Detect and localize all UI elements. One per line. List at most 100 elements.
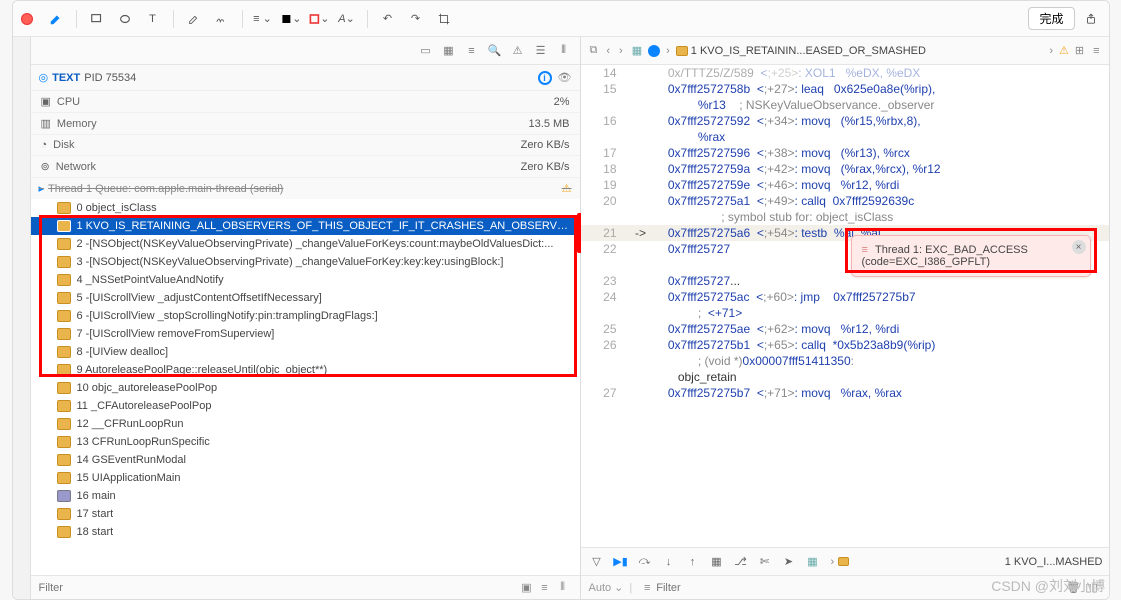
fill-color-icon[interactable]: ⌄ xyxy=(280,8,302,30)
filter-input[interactable] xyxy=(39,582,119,594)
eye-icon[interactable]: 👁 xyxy=(558,71,572,84)
step-out-icon[interactable]: ↑ xyxy=(683,552,703,572)
line-number: 27 xyxy=(581,385,627,401)
editor-options-icon[interactable]: ≡ xyxy=(1090,45,1102,57)
stack-frame[interactable]: 0 object_isClass xyxy=(31,199,580,217)
stack-frame[interactable]: 13 CFRunLoopRunSpecific xyxy=(31,433,580,451)
location-icon[interactable]: ➤ xyxy=(779,552,799,572)
thread-disclosure-icon[interactable]: ▸ xyxy=(39,182,45,195)
line-number: 21 xyxy=(581,225,627,241)
share-icon[interactable] xyxy=(1081,9,1101,29)
left-gutter xyxy=(13,37,31,599)
breakpoint-icon[interactable] xyxy=(648,45,660,57)
close-bubble-icon[interactable]: × xyxy=(1072,240,1086,254)
current-line-arrow-icon xyxy=(627,257,655,273)
memory-graph-icon[interactable]: ⎇ xyxy=(731,552,751,572)
stat-memory[interactable]: ▥Memory13.5 MB xyxy=(31,113,580,135)
search-icon[interactable]: 🔍 xyxy=(485,41,505,61)
auto-scope-selector[interactable]: Auto ⌄ xyxy=(589,581,624,594)
scheme-small-icon[interactable]: ▦ xyxy=(803,552,823,572)
code-line: 18 0x7fff2572759a <;+42>: movq (%rax,%rc… xyxy=(581,161,1109,177)
stack-frame[interactable]: 11 _CFAutoreleasePoolPop xyxy=(31,397,580,415)
forward-icon[interactable]: › xyxy=(616,45,626,57)
stack-frame[interactable]: 8 -[UIView dealloc] xyxy=(31,343,580,361)
pencil-icon[interactable] xyxy=(45,8,67,30)
stack-frame[interactable]: 7 -[UIScrollView removeFromSuperview] xyxy=(31,325,580,343)
stat-disk[interactable]: ◔DiskZero KB/s xyxy=(31,135,580,156)
debug-crumb-title[interactable]: 1 KVO_I...MASHED xyxy=(1005,556,1103,568)
stack-frame[interactable]: 2 -[NSObject(NSKeyValueObservingPrivate)… xyxy=(31,235,580,253)
process-pid: PID 75534 xyxy=(84,72,136,84)
split-icon[interactable]: ▯▯ xyxy=(1083,579,1101,597)
continue-icon[interactable]: ▶▮ xyxy=(611,552,631,572)
env-override-icon[interactable]: ✄ xyxy=(755,552,775,572)
highlight-icon[interactable] xyxy=(183,8,205,30)
scope-icon[interactable]: ▣ xyxy=(518,579,536,597)
related-items-icon[interactable]: ⧉ xyxy=(587,44,601,57)
stack-frame[interactable]: 10 objc_autoreleasePoolPop xyxy=(31,379,580,397)
rotate-right-icon[interactable]: ↷ xyxy=(405,8,427,30)
cols-icon[interactable]: ⫴ xyxy=(554,579,572,597)
current-line-arrow-icon xyxy=(627,209,655,225)
finish-button[interactable]: 完成 xyxy=(1028,7,1074,30)
stroke-color-icon[interactable]: ⌄ xyxy=(308,8,330,30)
folder-icon[interactable]: ▭ xyxy=(416,41,436,61)
lines-icon[interactable]: ≡ xyxy=(536,579,554,597)
stack-frame[interactable]: 3 -[NSObject(NSKeyValueObservingPrivate)… xyxy=(31,253,580,271)
stat-cpu[interactable]: ▣CPU2% xyxy=(31,91,580,113)
step-into-icon[interactable]: ↓ xyxy=(659,552,679,572)
stack-frame[interactable]: 1 KVO_IS_RETAINING_ALL_OBSERVERS_OF_THIS… xyxy=(31,217,580,235)
current-line-arrow-icon xyxy=(627,289,655,305)
add-editor-icon[interactable]: ⊞ xyxy=(1072,44,1087,57)
stack-trace-list[interactable]: 0 object_isClass1 KVO_IS_RETAINING_ALL_O… xyxy=(31,199,580,575)
code-text: ; <+71> xyxy=(655,305,743,321)
stack-frame[interactable]: 6 -[UIScrollView _stopScrollingNotify:pi… xyxy=(31,307,580,325)
view-debug-icon[interactable]: ▦ xyxy=(707,552,727,572)
filter-input[interactable] xyxy=(656,582,736,594)
shape-oval-icon[interactable] xyxy=(114,8,136,30)
toggle-breakpoints-icon[interactable]: ▽ xyxy=(587,552,607,572)
text-icon[interactable]: T xyxy=(142,8,164,30)
back-icon[interactable]: ‹ xyxy=(603,45,613,57)
disassembly-view[interactable]: 14 0x/TTTZ5/Z/589 <;+25>: XOL1 %eDX, %eD… xyxy=(581,65,1109,547)
warning-icon[interactable]: ⚠ xyxy=(1059,44,1069,57)
thread-header[interactable]: ▸ Thread 1 Queue: com.apple.main-thread … xyxy=(31,178,580,199)
stack-frame[interactable]: 16 main xyxy=(31,487,580,505)
stack-frame[interactable]: 14 GSEventRunModal xyxy=(31,451,580,469)
separator xyxy=(173,10,174,28)
jump-bar: ⧉ ‹ › ▦ › 1 KVO_IS_RETAININ...EASED_OR_S… xyxy=(581,37,1109,65)
crop-icon[interactable] xyxy=(433,8,455,30)
stack-frame[interactable]: 17 start xyxy=(31,505,580,523)
step-over-icon[interactable]: ⤼ xyxy=(635,552,655,572)
frame-icon xyxy=(57,328,71,340)
grid-icon[interactable]: ▦ xyxy=(439,41,459,61)
columns-icon[interactable]: ⫴ xyxy=(554,41,574,61)
stroke-icon[interactable]: ≡ ⌄ xyxy=(252,8,274,30)
stack-frame[interactable]: 15 UIApplicationMain xyxy=(31,469,580,487)
list-icon[interactable]: ≡ xyxy=(462,41,482,61)
frame-label: 17 start xyxy=(77,508,114,520)
warning-icon[interactable]: ⚠ xyxy=(508,41,528,61)
trash-icon[interactable]: 🗑 xyxy=(1065,579,1083,597)
lines-icon[interactable]: ☰ xyxy=(531,41,551,61)
stack-frame[interactable]: 4 _NSSetPointValueAndNotify xyxy=(31,271,580,289)
shape-rect-icon[interactable] xyxy=(86,8,108,30)
signature-icon[interactable] xyxy=(211,8,233,30)
scheme-icon[interactable]: ▦ xyxy=(629,44,645,57)
rotate-left-icon[interactable]: ↶ xyxy=(377,8,399,30)
stack-frame[interactable]: 5 -[UIScrollView _adjustContentOffsetIfN… xyxy=(31,289,580,307)
stack-frame[interactable]: 9 AutoreleasePoolPage::releaseUntil(objc… xyxy=(31,361,580,379)
code-line: 27 0x7fff257275b7 <;+71>: movq %rax, %ra… xyxy=(581,385,1109,401)
close-window-button[interactable] xyxy=(21,13,33,25)
stat-network[interactable]: ⊚NetworkZero KB/s xyxy=(31,156,580,178)
warning-badge-icon: ⚠ xyxy=(562,182,572,195)
filter-icon[interactable]: ≡ xyxy=(638,579,656,597)
stack-frame[interactable]: 12 __CFRunLoopRun xyxy=(31,415,580,433)
frame-icon xyxy=(57,418,71,430)
font-icon[interactable]: A ⌄ xyxy=(336,8,358,30)
crumb-title[interactable]: 1 KVO_IS_RETAININ...EASED_OR_SMASHED xyxy=(691,45,1044,57)
info-icon[interactable] xyxy=(538,71,552,85)
current-line-arrow-icon xyxy=(627,113,655,129)
code-line: ; symbol stub for: object_isClass xyxy=(581,209,1109,225)
stack-frame[interactable]: 18 start xyxy=(31,523,580,541)
